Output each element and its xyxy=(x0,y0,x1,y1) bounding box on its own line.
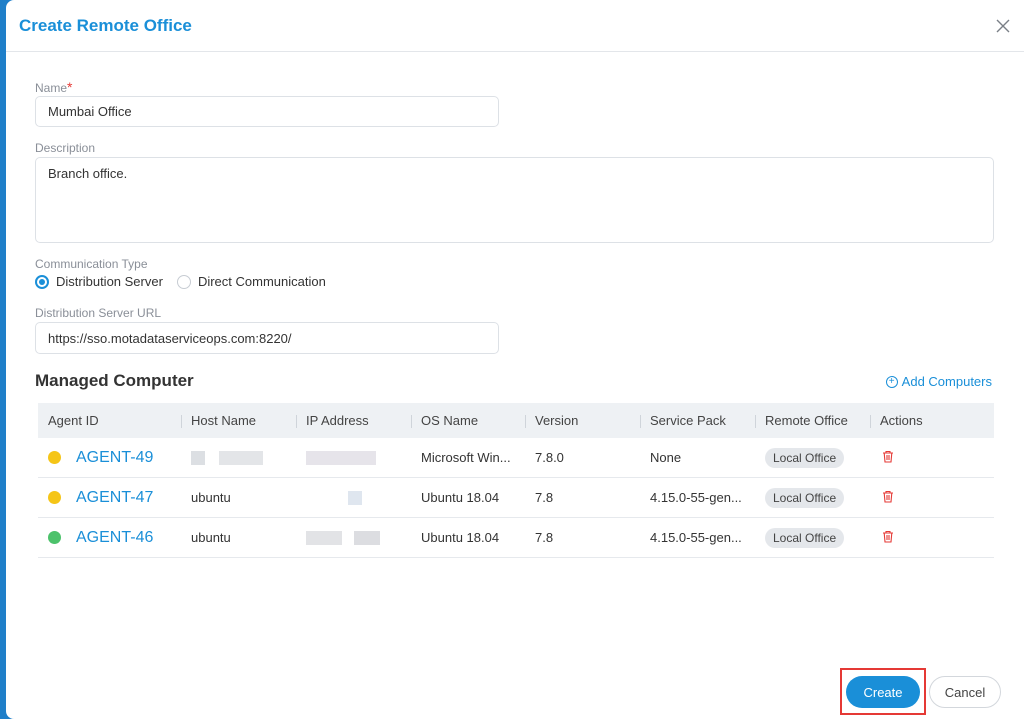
dialog-header: Create Remote Office xyxy=(6,0,1024,52)
status-dot xyxy=(48,491,61,504)
redacted-block xyxy=(348,491,362,506)
delete-icon[interactable] xyxy=(882,450,894,463)
host-name-cell: ubuntu xyxy=(191,530,231,545)
host-name-cell xyxy=(181,450,296,466)
agent-id[interactable]: AGENT-46 xyxy=(76,529,153,547)
table-row: AGENT-47 ubuntu Ubuntu 18.04 7.8 4.15.0-… xyxy=(38,478,994,518)
actions-cell xyxy=(870,450,994,466)
redacted-block xyxy=(353,531,380,546)
version-cell: 7.8 xyxy=(535,530,554,545)
col-version[interactable]: Version xyxy=(525,413,640,428)
remote-office-cell: Local Office xyxy=(755,527,870,548)
col-remote-office[interactable]: Remote Office xyxy=(755,413,870,428)
remote-office-cell: Local Office xyxy=(755,487,870,508)
table-header: Agent ID Host Name IP Address OS Name Ve… xyxy=(38,403,994,438)
radio-distribution-server[interactable] xyxy=(35,274,49,289)
create-remote-office-dialog: Create Remote Office Name* Description B… xyxy=(6,0,1024,719)
radio-direct-communication-label[interactable]: Direct Communication xyxy=(198,274,326,289)
service-pack-cell: 4.15.0-55-gen... xyxy=(650,530,742,545)
service-pack-cell: None xyxy=(650,450,682,465)
col-os-name[interactable]: OS Name xyxy=(411,413,525,428)
actions-cell xyxy=(870,530,994,546)
version-cell: 7.8 xyxy=(535,490,554,505)
col-service-pack[interactable]: Service Pack xyxy=(640,413,755,428)
radio-distribution-server-label[interactable]: Distribution Server xyxy=(56,274,163,289)
redacted-block xyxy=(218,451,263,466)
agent-link[interactable]: AGENT-47 xyxy=(48,489,181,507)
radio-direct-communication[interactable] xyxy=(176,274,191,289)
table-row: AGENT-49 Microsoft Win... 7.8.0 None Loc… xyxy=(38,438,994,478)
managed-computer-table: Agent ID Host Name IP Address OS Name Ve… xyxy=(38,403,994,558)
redacted-block xyxy=(191,451,205,466)
close-icon[interactable] xyxy=(994,17,1012,35)
col-agent-id[interactable]: Agent ID xyxy=(38,413,181,428)
description-label: Description xyxy=(35,141,96,155)
distribution-url-label: Distribution Server URL xyxy=(35,306,162,320)
remote-office-badge: Local Office xyxy=(765,527,845,548)
status-dot xyxy=(48,531,61,544)
managed-computer-title: Managed Computer xyxy=(35,371,194,390)
table-row: AGENT-46 ubuntu Ubuntu 18.04 7.8 4.15.0-… xyxy=(38,518,994,558)
ip-address-cell xyxy=(296,490,411,506)
agent-id[interactable]: AGENT-47 xyxy=(76,489,153,507)
host-name-cell: ubuntu xyxy=(191,490,231,505)
delete-icon[interactable] xyxy=(882,530,894,543)
add-computers-label: Add Computers xyxy=(901,374,992,389)
status-dot xyxy=(48,451,61,464)
col-host-name[interactable]: Host Name xyxy=(181,413,296,428)
actions-cell xyxy=(870,490,994,506)
distribution-url-input[interactable] xyxy=(35,322,499,354)
redacted-block xyxy=(306,451,376,466)
remote-office-badge: Local Office xyxy=(765,487,845,508)
agent-link[interactable]: AGENT-46 xyxy=(48,529,181,547)
col-ip-address[interactable]: IP Address xyxy=(296,413,411,428)
description-textarea[interactable]: Branch office. xyxy=(35,157,994,243)
cancel-button[interactable]: Cancel xyxy=(929,676,1001,708)
os-name-cell: Microsoft Win... xyxy=(421,450,511,465)
communication-type-label: Communication Type xyxy=(35,257,148,271)
ip-address-cell xyxy=(296,530,411,546)
delete-icon[interactable] xyxy=(882,490,894,503)
communication-type-radios: Distribution Server Direct Communication xyxy=(35,274,340,289)
version-cell: 7.8.0 xyxy=(535,450,564,465)
name-label-text: Name xyxy=(35,81,68,95)
service-pack-cell: 4.15.0-55-gen... xyxy=(650,490,742,505)
os-name-cell: Ubuntu 18.04 xyxy=(421,490,500,505)
agent-link[interactable]: AGENT-49 xyxy=(48,449,181,467)
col-actions: Actions xyxy=(870,413,994,428)
os-name-cell: Ubuntu 18.04 xyxy=(421,530,500,545)
agent-id[interactable]: AGENT-49 xyxy=(76,449,153,467)
required-mark: * xyxy=(67,79,73,95)
add-circle-icon: + xyxy=(885,375,898,388)
name-input[interactable] xyxy=(35,96,499,127)
redacted-block xyxy=(306,531,342,546)
remote-office-cell: Local Office xyxy=(755,447,870,468)
name-label: Name* xyxy=(35,79,72,95)
dialog-title: Create Remote Office xyxy=(19,16,192,35)
ip-address-cell xyxy=(296,450,411,466)
add-computers-link[interactable]: + Add Computers xyxy=(885,374,992,389)
remote-office-badge: Local Office xyxy=(765,447,845,468)
create-button[interactable]: Create xyxy=(846,676,920,708)
